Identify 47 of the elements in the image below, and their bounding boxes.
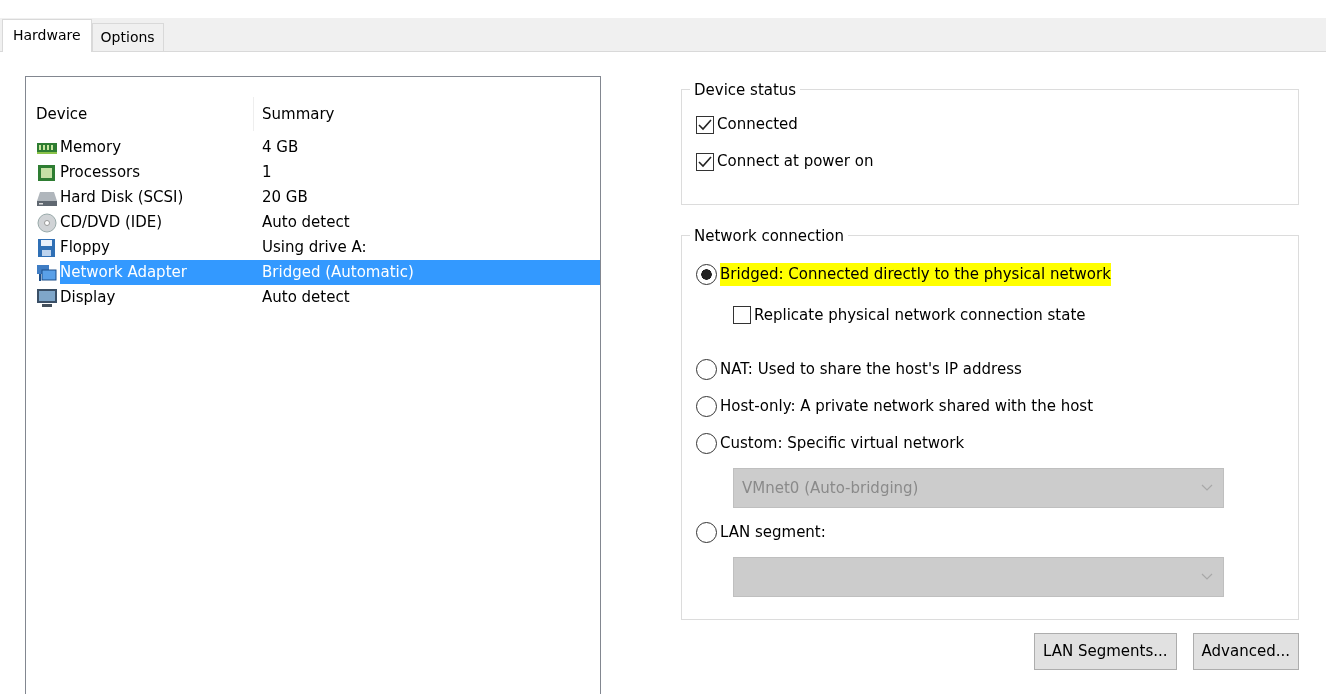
dialog-button[interactable]: Advanced...: [1192, 633, 1299, 670]
checkbox-label: Connected: [717, 114, 798, 136]
device-summary: Auto detect: [261, 287, 350, 309]
device-summary: Using drive A:: [261, 237, 367, 259]
device-name: Floppy: [60, 237, 110, 259]
device-row[interactable]: CD/DVD (IDE) Auto detect: [26, 210, 600, 235]
radio-label: LAN segment:: [720, 522, 826, 544]
checkbox[interactable]: [696, 115, 714, 134]
radio-label: NAT: Used to share the host's IP address: [720, 359, 1022, 381]
radio-button[interactable]: [696, 522, 717, 543]
disc-icon: [36, 212, 58, 233]
radio-button[interactable]: [696, 264, 717, 285]
device-name: Network Adapter: [60, 261, 187, 284]
radio-button[interactable]: [696, 359, 717, 380]
checkbox[interactable]: [696, 152, 714, 171]
radio-label: Host-only: A private network shared with the host: [720, 396, 1094, 418]
device-name: Display: [60, 287, 116, 309]
radio-label: Bridged: Connected directly to the physical network: [720, 263, 1111, 286]
device-summary: 1: [261, 162, 272, 184]
chip-icon: [36, 162, 58, 183]
device-name: Processors: [60, 162, 141, 184]
checkbox-label: Connect at power on: [717, 151, 874, 173]
radio-button[interactable]: [696, 396, 717, 417]
device-summary: 4 GB: [261, 137, 299, 159]
chevron-down-icon: [1201, 484, 1213, 492]
monitor-icon: [36, 287, 58, 308]
device-name: Hard Disk (SCSI): [60, 187, 184, 209]
radio-label: Custom: Specific virtual network: [720, 433, 965, 455]
device-name: Memory: [60, 137, 121, 159]
device-summary: Auto detect: [261, 212, 350, 234]
chevron-down-icon: [1201, 573, 1213, 581]
device-row[interactable]: Processors 1: [26, 160, 600, 185]
device-row[interactable]: Hard Disk (SCSI) 20 GB: [26, 185, 600, 210]
dialog-button[interactable]: LAN Segments...: [1034, 633, 1177, 670]
column-header: Device: [26, 97, 254, 131]
device-row[interactable]: Memory 4 GB: [26, 135, 600, 160]
tab[interactable]: Hardware: [2, 19, 92, 52]
column-header: Summary: [261, 103, 335, 125]
device-name: CD/DVD (IDE): [60, 212, 163, 234]
device-row[interactable]: Display Auto detect: [26, 285, 600, 310]
tab[interactable]: Options: [91, 23, 164, 51]
radio-button[interactable]: [696, 433, 717, 454]
device-row[interactable]: Floppy Using drive A:: [26, 235, 600, 260]
network-adapter-icon: [36, 262, 58, 283]
checkbox[interactable]: [733, 306, 751, 324]
device-summary: 20 GB: [261, 187, 308, 209]
checkbox-label: Replicate physical network connection state: [754, 304, 1086, 326]
